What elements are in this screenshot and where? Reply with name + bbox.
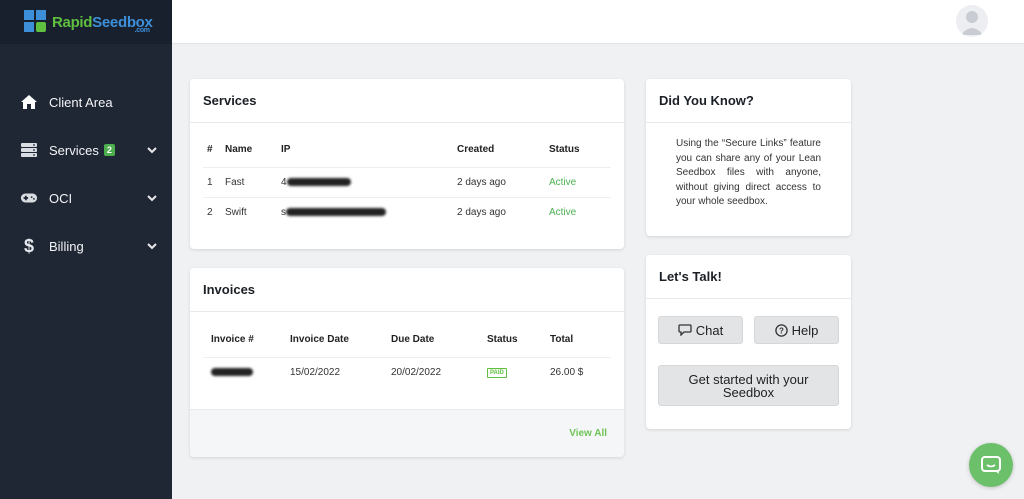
status-cell: PAID: [487, 356, 550, 387]
column-header: Total: [550, 334, 574, 346]
column-header: Invoice Date: [290, 334, 349, 346]
live-chat-button[interactable]: [969, 443, 1013, 487]
table-row[interactable]: 2 Swift s 2 days ago Active: [203, 196, 611, 227]
logo[interactable]: RapidSeedbox.com: [0, 0, 172, 44]
get-started-button[interactable]: Get started with your Seedbox: [658, 365, 839, 406]
lets-talk-card: Let's Talk! Chat ? Help Get started with…: [646, 255, 851, 429]
created-cell: 2 days ago: [457, 196, 549, 227]
invoice-number-cell[interactable]: [203, 356, 290, 387]
view-all-link[interactable]: View All: [569, 428, 607, 439]
services-title: Services: [190, 79, 624, 123]
sidebar-item-services[interactable]: Services 2: [0, 126, 172, 174]
status-badge: PAID: [487, 368, 507, 379]
row-number: 2: [203, 196, 225, 227]
service-name[interactable]: Fast: [225, 166, 281, 197]
home-icon: [20, 93, 38, 111]
services-table: # Name IP Created Status 1 Fast 4 2 days…: [203, 133, 611, 227]
column-header: Name: [225, 144, 253, 156]
column-header: IP: [281, 144, 291, 156]
status-cell: Active: [549, 166, 611, 197]
ip-cell: 4: [281, 166, 457, 197]
services-card: Services # Name IP Created Status 1 Fast…: [190, 79, 624, 249]
table-row[interactable]: 1 Fast 4 2 days ago Active: [203, 166, 611, 197]
help-button-label: Help: [791, 322, 819, 338]
avatar[interactable]: [956, 5, 988, 37]
table-row[interactable]: 15/02/2022 20/02/2022 PAID 26.00 $: [203, 356, 611, 387]
ip-cell: s: [281, 196, 457, 227]
sidebar-item-label: Billing: [49, 238, 84, 254]
sidebar-item-client-area[interactable]: Client Area: [0, 78, 172, 126]
invoices-title: Invoices: [190, 268, 624, 312]
table-header-row: # Name IP Created Status: [203, 133, 611, 167]
user-icon: [961, 11, 983, 35]
sidebar-item-billing[interactable]: $ Billing: [0, 222, 172, 270]
gamepad-icon: [20, 189, 38, 207]
svg-text:?: ?: [779, 326, 784, 335]
chat-button-label: Chat: [695, 322, 724, 338]
created-cell: 2 days ago: [457, 166, 549, 197]
logo-icon: [24, 10, 48, 34]
invoices-footer: View All: [190, 409, 624, 457]
chevron-down-icon[interactable]: [146, 144, 158, 156]
table-header-row: Invoice # Invoice Date Due Date Status T…: [203, 323, 611, 357]
chat-icon: [981, 456, 1001, 474]
sidebar-item-label: OCI: [49, 190, 73, 206]
sidebar-item-oci[interactable]: OCI: [0, 174, 172, 222]
logo-text: RapidSeedbox.com: [52, 13, 153, 34]
column-header: Created: [457, 144, 495, 156]
dollar-icon: $: [23, 235, 34, 256]
did-you-know-card: Did You Know? Using the “Secure Links” f…: [646, 79, 851, 236]
column-header: Status: [549, 144, 580, 156]
redacted-invoice-number: [211, 368, 253, 377]
sidebar: RapidSeedbox.com Client Area Services 2 …: [0, 0, 172, 499]
help-icon: ?: [774, 323, 788, 337]
chat-icon: [678, 324, 692, 336]
status-cell: Active: [549, 196, 611, 227]
column-header: Due Date: [391, 334, 435, 346]
lets-talk-title: Let's Talk!: [646, 255, 851, 299]
sidebar-item-label: Services: [49, 142, 99, 158]
invoices-card: Invoices Invoice # Invoice Date Due Date…: [190, 268, 624, 457]
help-button[interactable]: ? Help: [754, 316, 839, 344]
row-number: 1: [203, 166, 225, 197]
top-bar: [172, 0, 1024, 44]
sidebar-nav: Client Area Services 2 OCI $ Billing: [0, 78, 172, 270]
column-header: #: [207, 144, 213, 156]
column-header: Status: [487, 334, 518, 346]
due-date-cell: 20/02/2022: [391, 356, 487, 387]
get-started-label: Get started with your Seedbox: [688, 371, 809, 400]
column-header: Invoice #: [211, 334, 254, 346]
invoice-date-cell: 15/02/2022: [290, 356, 391, 387]
server-icon: [20, 141, 38, 159]
redacted-ip: [286, 208, 386, 217]
service-name[interactable]: Swift: [225, 196, 281, 227]
chevron-down-icon[interactable]: [146, 240, 158, 252]
services-count-badge: 2: [103, 144, 115, 156]
total-cell: 26.00 $: [550, 356, 611, 387]
invoices-table: Invoice # Invoice Date Due Date Status T…: [203, 323, 611, 387]
chat-button[interactable]: Chat: [658, 316, 743, 344]
sidebar-item-label: Client Area: [49, 94, 113, 110]
did-you-know-title: Did You Know?: [646, 79, 851, 123]
redacted-ip: [286, 177, 351, 186]
did-you-know-text: Using the “Secure Links” feature you can…: [676, 138, 821, 207]
chevron-down-icon[interactable]: [146, 192, 158, 204]
ip-prefix: 4: [281, 176, 287, 188]
